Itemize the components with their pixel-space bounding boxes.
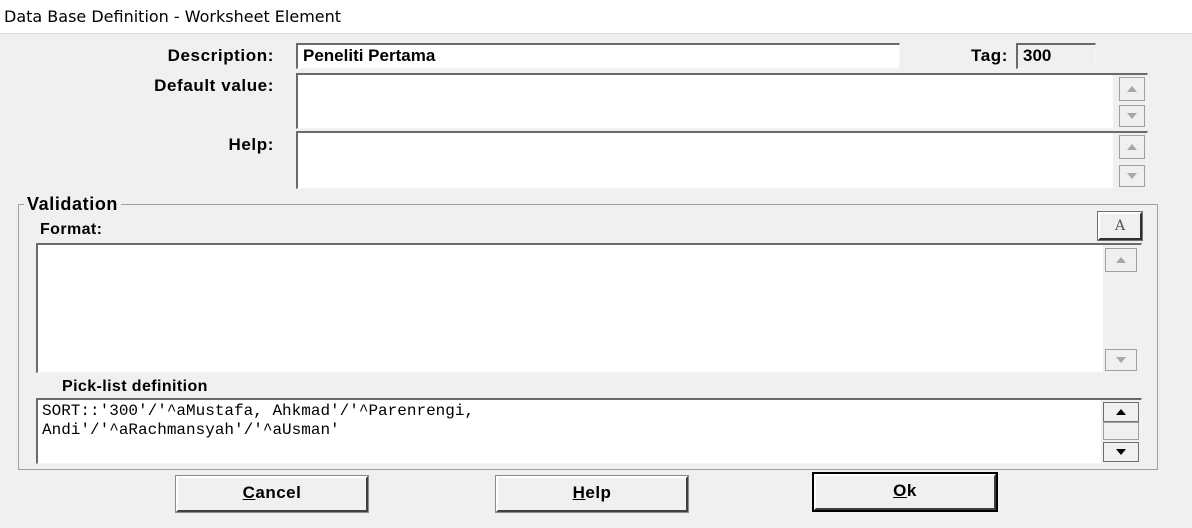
help-field[interactable] [296, 131, 1148, 189]
help-scrollbar[interactable] [1113, 133, 1147, 189]
help-button[interactable]: Help [495, 475, 689, 513]
picklist-field[interactable]: SORT::'300'/'^aMustafa, Ahkmad'/'^Parenr… [36, 398, 1142, 464]
scroll-down-icon[interactable] [1105, 349, 1137, 371]
scroll-down-icon[interactable] [1119, 165, 1145, 187]
tag-value: 300 [1023, 46, 1052, 65]
ok-accel: O [893, 481, 907, 500]
format-label: Format: [40, 221, 103, 238]
default-value-scrollbar[interactable] [1113, 75, 1147, 129]
picklist-label: Pick-list definition [62, 378, 208, 395]
window-title: Data Base Definition - Worksheet Element [0, 0, 1192, 34]
scroll-up-icon[interactable] [1103, 402, 1139, 422]
default-value-field[interactable] [296, 73, 1148, 129]
help-accel: H [572, 483, 586, 502]
font-button[interactable]: A [1097, 211, 1143, 241]
tag-field: 300 [1016, 43, 1096, 69]
cancel-label: ancel [255, 483, 302, 502]
scroll-down-icon[interactable] [1103, 442, 1139, 462]
default-value-label: Default value: [154, 76, 274, 95]
font-icon: A [1114, 218, 1126, 234]
ok-button[interactable]: Ok [812, 472, 998, 512]
scroll-down-icon[interactable] [1119, 105, 1145, 127]
tag-label: Tag: [970, 46, 1008, 65]
scroll-up-icon[interactable] [1105, 248, 1137, 272]
validation-title: Validation [24, 193, 122, 215]
format-field[interactable] [36, 243, 1142, 373]
scroll-up-icon[interactable] [1119, 77, 1145, 101]
cancel-button[interactable]: Cancel [175, 475, 369, 513]
cancel-accel: C [242, 483, 256, 502]
picklist-text: SORT::'300'/'^aMustafa, Ahkmad'/'^Parenr… [42, 402, 475, 439]
help-label-btn: elp [585, 483, 612, 502]
scroll-up-icon[interactable] [1119, 135, 1145, 159]
scroll-thumb[interactable] [1103, 422, 1139, 440]
description-label: Description: [167, 46, 274, 65]
picklist-scrollbar[interactable] [1101, 400, 1141, 464]
ok-label: k [906, 481, 917, 500]
help-label: Help: [228, 135, 274, 154]
format-scrollbar[interactable] [1103, 245, 1141, 373]
description-value: Peneliti Pertama [303, 46, 436, 65]
description-field[interactable]: Peneliti Pertama [296, 43, 900, 69]
